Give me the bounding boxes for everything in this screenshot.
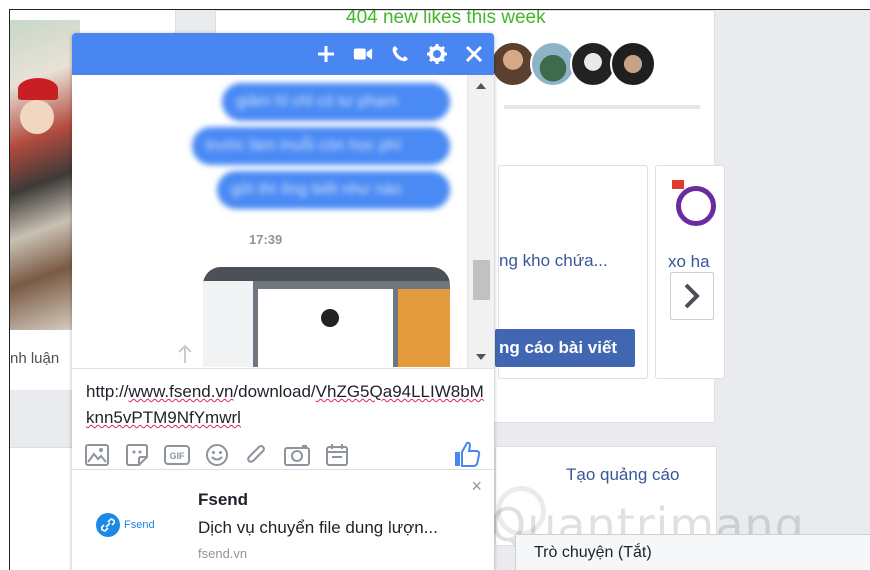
sticker-icon[interactable] bbox=[124, 442, 150, 468]
link-preview-card[interactable]: Fsend Fsend Dịch vụ chuyển file dung lượ… bbox=[72, 469, 494, 570]
scroll-thumb[interactable] bbox=[473, 260, 490, 300]
image-titlebar bbox=[203, 267, 450, 281]
carousel-next-button[interactable] bbox=[670, 272, 714, 320]
phone-icon[interactable] bbox=[390, 44, 410, 64]
boost-post-button[interactable]: ng cáo bài viết bbox=[495, 329, 635, 367]
scroll-down-icon[interactable] bbox=[476, 354, 486, 360]
liker-avatars bbox=[490, 41, 656, 87]
message-timestamp: 17:39 bbox=[249, 232, 283, 247]
message-text: gởi thì ông biết như nào bbox=[231, 181, 402, 198]
divider bbox=[504, 105, 700, 109]
link-icon bbox=[96, 513, 120, 537]
calendar-icon[interactable] bbox=[324, 442, 350, 468]
image-sidebar bbox=[203, 281, 253, 367]
video-icon[interactable] bbox=[353, 44, 373, 64]
thumbs-up-icon bbox=[455, 441, 481, 467]
emoji-icon[interactable] bbox=[204, 442, 230, 468]
message-list[interactable]: giảm hỉ chỉ có tư phạm trước làm muỗi cò… bbox=[72, 75, 482, 367]
svg-text:GIF: GIF bbox=[170, 451, 186, 461]
image-main-panel bbox=[258, 289, 393, 367]
photo-face bbox=[20, 100, 54, 134]
chat-sidebar-bar[interactable]: Trò chuyện (Tắt) bbox=[515, 534, 870, 570]
shared-screenshot-image[interactable] bbox=[203, 267, 450, 367]
like-button[interactable] bbox=[452, 439, 482, 469]
message-bubble[interactable]: giảm hỉ chỉ có tư phạm bbox=[222, 83, 450, 121]
image-side-banner bbox=[398, 289, 450, 367]
page-logo-icon bbox=[676, 186, 716, 226]
link-preview-description: Dịch vụ chuyển file dung lượn... bbox=[198, 518, 438, 537]
fsend-logo-text: Fsend bbox=[124, 519, 155, 531]
scroll-up-icon[interactable] bbox=[476, 83, 486, 89]
gear-icon[interactable] bbox=[427, 44, 447, 64]
new-likes-text[interactable]: 404 new likes this week bbox=[346, 10, 546, 29]
close-preview-button[interactable]: × bbox=[471, 476, 482, 497]
message-bubble[interactable]: trước làm muỗi còn học phí bbox=[192, 127, 450, 165]
composer-toolbar: GIF bbox=[84, 442, 350, 468]
close-icon[interactable] bbox=[464, 44, 484, 64]
promote-card-2-title[interactable]: xo ha bbox=[668, 252, 710, 272]
url-scheme: http:// bbox=[86, 382, 129, 401]
message-input[interactable]: http://www.fsend.vn/download/VhZG5Qa94LL… bbox=[86, 379, 486, 431]
post-card-left-bottom bbox=[10, 447, 72, 570]
avatar[interactable] bbox=[610, 41, 656, 87]
flag-icon bbox=[672, 180, 684, 189]
url-domain: www.fsend.vn bbox=[128, 382, 234, 401]
gif-icon[interactable]: GIF bbox=[164, 442, 190, 468]
promote-post-title[interactable]: ng kho chứa... bbox=[499, 251, 608, 271]
share-icon[interactable] bbox=[174, 343, 196, 365]
checkmark-icon bbox=[321, 309, 339, 327]
promote-post-card: ng kho chứa... ng cáo bài viết bbox=[495, 165, 648, 379]
post-photo[interactable] bbox=[10, 20, 80, 330]
chevron-right-icon bbox=[684, 283, 700, 309]
chat-header-actions bbox=[316, 33, 484, 75]
url-path: /download/ bbox=[233, 382, 316, 401]
create-ad-link[interactable]: Tạo quảng cáo bbox=[566, 465, 679, 485]
santa-hat bbox=[18, 78, 58, 100]
message-bubble[interactable]: gởi thì ông biết như nào bbox=[217, 171, 450, 209]
messenger-chat-window: giảm hỉ chỉ có tư phạm trước làm muỗi cò… bbox=[72, 33, 494, 570]
image-icon[interactable] bbox=[84, 442, 110, 468]
message-text: trước làm muỗi còn học phí bbox=[206, 137, 402, 154]
message-scrollbar[interactable] bbox=[467, 75, 494, 368]
page-frame: nh luận 404 new likes this week ng kho c… bbox=[9, 9, 870, 570]
attachment-icon[interactable] bbox=[244, 442, 270, 468]
link-preview-domain: fsend.vn bbox=[198, 546, 248, 561]
fsend-logo: Fsend bbox=[96, 510, 176, 540]
chat-status-label: Trò chuyện (Tắt) bbox=[534, 544, 652, 561]
camera-icon[interactable] bbox=[284, 442, 310, 468]
comment-link[interactable]: nh luận bbox=[10, 350, 59, 367]
message-text: giảm hỉ chỉ có tư phạm bbox=[236, 93, 398, 110]
chat-header[interactable] bbox=[72, 33, 494, 75]
message-composer[interactable]: http://www.fsend.vn/download/VhZG5Qa94LL… bbox=[72, 368, 494, 467]
plus-icon[interactable] bbox=[316, 44, 336, 64]
link-preview-title[interactable]: Fsend bbox=[198, 490, 248, 510]
